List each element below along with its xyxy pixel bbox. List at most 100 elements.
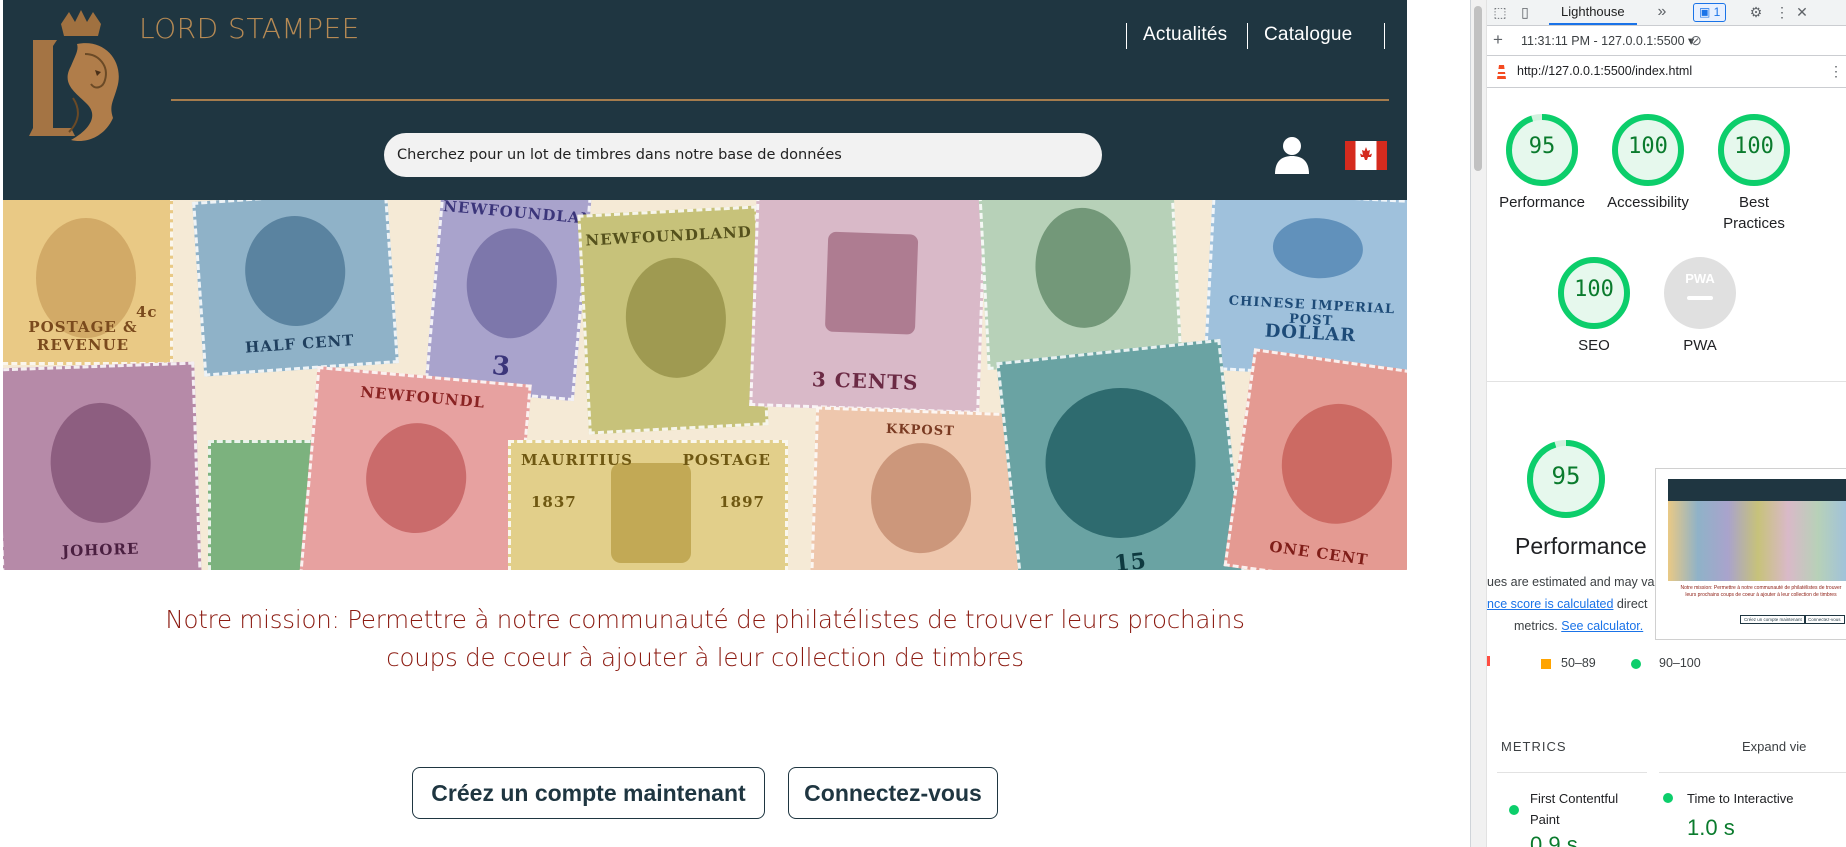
brand-name: LORD STAMPEE	[139, 12, 360, 45]
inspect-element-icon[interactable]: ⬚	[1491, 3, 1509, 21]
stamp-text: NEWFOUNDLAND	[585, 222, 753, 250]
stamp-image: CHINESE IMPERIAL POST DOLLAR	[1203, 200, 1407, 381]
score-gauge-best-practices[interactable]: 100 Best Practices	[1699, 112, 1809, 234]
pass-status-icon	[1509, 805, 1519, 815]
expand-view-toggle[interactable]: Expand vie	[1742, 739, 1806, 754]
metric-name: First Contentful Paint	[1530, 788, 1618, 830]
user-account-icon[interactable]	[1272, 134, 1312, 174]
score-label-line: Practices	[1723, 215, 1785, 232]
metric-divider	[1497, 772, 1647, 773]
scrollbar-thumb[interactable]	[1474, 6, 1482, 171]
kebab-menu-icon[interactable]: ⋮	[1827, 62, 1845, 80]
report-selector[interactable]: 11:31:11 PM - 127.0.0.1:5500 ▾	[1521, 33, 1694, 48]
stamp-portrait	[241, 212, 349, 330]
legend-fail-marker	[1487, 656, 1490, 666]
stamp-text: POSTAGE	[682, 451, 771, 469]
score-value: 100	[1574, 277, 1614, 302]
more-tabs-icon[interactable]: »	[1653, 3, 1671, 21]
score-label: Best Practices	[1699, 192, 1809, 234]
metric-name: Time to Interactive	[1687, 791, 1794, 806]
score-label: Accessibility	[1607, 194, 1689, 211]
stamp-text: KKPOST	[885, 421, 956, 440]
nav-link-actualites[interactable]: Actualités	[1143, 24, 1227, 46]
pass-status-icon	[1663, 793, 1673, 803]
stamp-image: 15	[996, 338, 1245, 570]
score-value: 100	[1628, 134, 1668, 159]
nav-separator	[1384, 23, 1385, 49]
see-calculator-link[interactable]: See calculator.	[1561, 619, 1643, 633]
stamp-image: POSTAGE & REVENUE 4c	[3, 200, 173, 365]
score-gauge-seo[interactable]: 100 SEO	[1539, 255, 1649, 356]
site-header: LORD STAMPEE Actualités Catalogue	[3, 0, 1407, 200]
pwa-badge-text: PWA	[1685, 271, 1715, 286]
score-label: PWA	[1683, 337, 1717, 354]
pwa-badge-icon	[1664, 257, 1736, 329]
stamp-portrait	[361, 418, 471, 538]
stamp-text: ONE CENT	[1268, 537, 1370, 570]
clear-icon[interactable]: ⊘	[1687, 31, 1705, 49]
chat-icon: ▣	[1699, 5, 1714, 19]
tab-lighthouse[interactable]: Lighthouse	[1549, 0, 1637, 25]
score-gauge-pwa[interactable]: PWA PWA	[1645, 255, 1755, 356]
stamp-image: MAURITIUS POSTAGE 1837 1897	[508, 440, 788, 570]
mission-line: Notre mission: Permettre à notre communa…	[165, 605, 1245, 634]
metric-divider	[1659, 772, 1846, 773]
report-time: 11:31:11 PM - 127.0.0.1:5500	[1521, 34, 1685, 48]
lion-crown-logo[interactable]	[13, 10, 131, 156]
page-scrollbar[interactable]	[1471, 0, 1487, 847]
audited-url[interactable]: http://127.0.0.1:5500/index.html	[1517, 64, 1692, 78]
final-screenshot-thumbnail[interactable]: Notre mission: Permettre à notre communa…	[1655, 468, 1846, 640]
stamp-search-input[interactable]	[384, 133, 1102, 177]
stamp-portrait	[462, 224, 562, 343]
thumb-button: Connectez-vous	[1804, 615, 1845, 624]
performance-note: ues are estimated and may va nce score i…	[1487, 571, 1657, 637]
stamp-text: 4c	[136, 303, 158, 321]
lighthouse-toolbar: + 11:31:11 PM - 127.0.0.1:5500 ▾ ⊘	[1487, 26, 1846, 56]
legend-pass-marker	[1631, 659, 1641, 669]
stamp-image: HALF CENT	[192, 200, 399, 377]
stamp-collection-banner: POSTAGE & REVENUE 4c HALF CENT NEWFOUNDL…	[3, 200, 1407, 570]
mission-statement: Notre mission: Permettre à notre communa…	[150, 601, 1260, 677]
score-label-line: Best	[1738, 194, 1769, 211]
website-viewport: LORD STAMPEE Actualités Catalogue POSTAG…	[0, 0, 1470, 847]
create-account-button[interactable]: Créez un compte maintenant	[412, 767, 765, 819]
stamp-portrait	[1038, 380, 1203, 546]
issues-badge[interactable]: ▣ 1	[1693, 3, 1727, 22]
metric-name-line: Paint	[1530, 812, 1560, 827]
score-gauge-accessibility[interactable]: 100 Accessibility	[1593, 112, 1703, 213]
stamp-text: POSTAGE & REVENUE	[28, 318, 138, 354]
stamp-crest	[611, 463, 691, 563]
score-gauge-performance[interactable]: 95 Performance	[1487, 112, 1597, 213]
stamp-text: 1837	[531, 493, 577, 511]
plus-icon[interactable]: +	[1489, 31, 1507, 49]
metric-name-line: First Contentful	[1530, 791, 1619, 806]
score-calc-link[interactable]: nce score is calculated	[1487, 597, 1613, 611]
note-text: metrics.	[1514, 619, 1558, 633]
thumb-header	[1668, 479, 1846, 501]
stamp-text: NEWFOUNDL	[359, 382, 486, 412]
stamp-image	[978, 200, 1183, 370]
thumb-caption: Notre mission: Permettre à notre communa…	[1680, 585, 1842, 598]
stamp-image: NEWFOUNDLAND 3	[424, 200, 592, 402]
close-icon[interactable]: ✕	[1793, 3, 1811, 21]
stamp-text: 15	[1112, 547, 1149, 570]
score-value: 100	[1734, 134, 1774, 159]
canada-flag-icon[interactable]	[1345, 141, 1387, 170]
nav-separator	[1247, 23, 1248, 49]
stamp-text: HALF CENT	[244, 331, 356, 357]
device-toolbar-icon[interactable]: ▯	[1516, 3, 1534, 21]
gear-icon[interactable]: ⚙	[1747, 3, 1765, 21]
stamp-image: 3 CENTS	[749, 200, 987, 414]
kebab-menu-icon[interactable]: ⋮	[1773, 3, 1791, 21]
nav-link-catalogue[interactable]: Catalogue	[1264, 24, 1352, 46]
legend-range: 90–100	[1659, 656, 1701, 670]
legend-range: 50–89	[1561, 656, 1596, 670]
login-button[interactable]: Connectez-vous	[788, 767, 998, 819]
stamp-text: JOHORE	[61, 539, 140, 561]
devtools-panel: ⬚ ▯ Lighthouse » ▣ 1 ⚙ ⋮ ✕ + 11:31:11 PM…	[1470, 0, 1846, 847]
stamp-portrait	[48, 401, 153, 525]
score-value: 95	[1528, 134, 1556, 159]
performance-large-gauge: 95	[1511, 438, 1621, 520]
note-line: ues are estimated and may va	[1487, 575, 1655, 589]
issues-count: 1	[1713, 5, 1721, 19]
